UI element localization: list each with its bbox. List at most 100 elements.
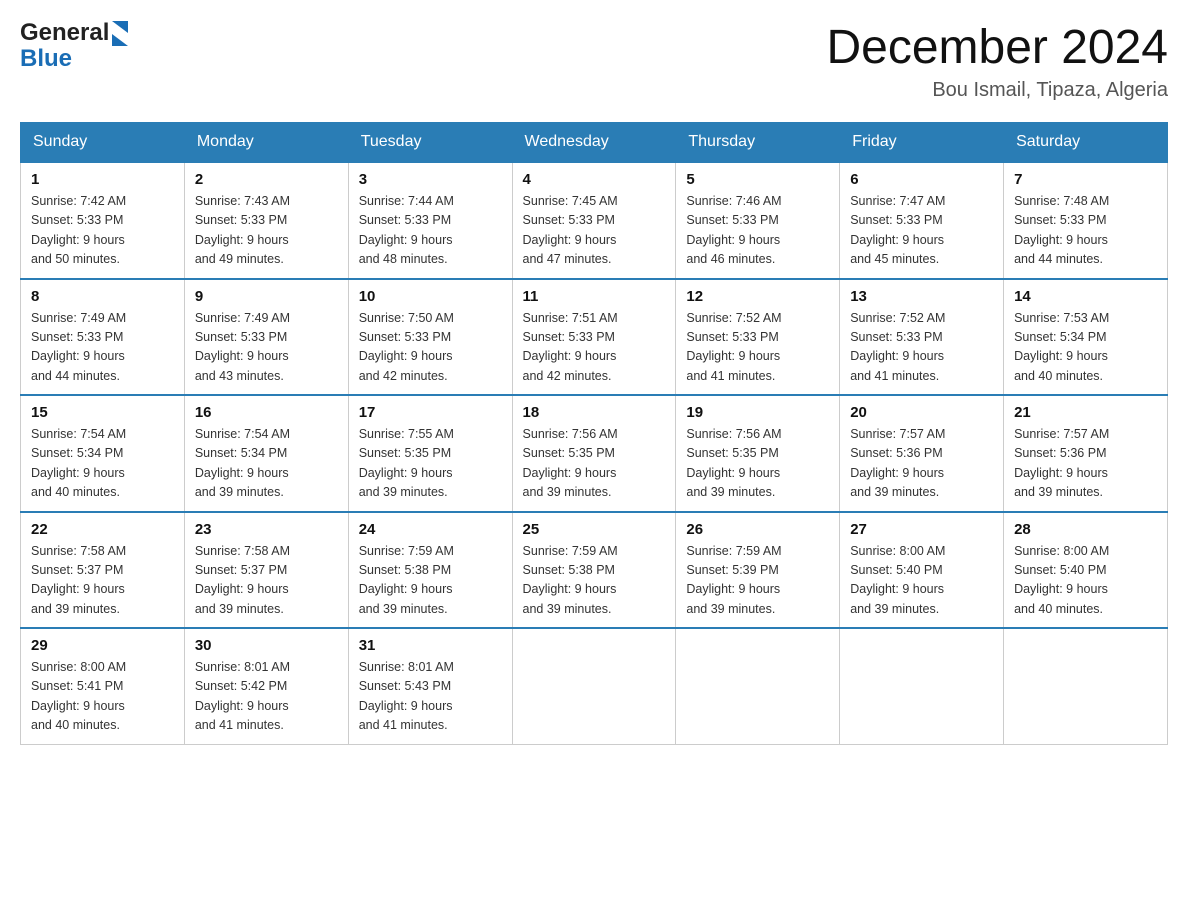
day-cell — [840, 628, 1004, 744]
day-number: 12 — [686, 288, 829, 305]
day-number: 11 — [523, 288, 666, 305]
day-cell: 30Sunrise: 8:01 AM Sunset: 5:42 PM Dayli… — [184, 628, 348, 744]
day-info: Sunrise: 7:47 AM Sunset: 5:33 PM Dayligh… — [850, 192, 993, 270]
day-info: Sunrise: 7:53 AM Sunset: 5:34 PM Dayligh… — [1014, 309, 1157, 387]
day-number: 27 — [850, 521, 993, 538]
day-info: Sunrise: 8:01 AM Sunset: 5:43 PM Dayligh… — [359, 658, 502, 736]
day-info: Sunrise: 7:56 AM Sunset: 5:35 PM Dayligh… — [686, 425, 829, 503]
day-cell — [1004, 628, 1168, 744]
day-header-saturday: Saturday — [1004, 123, 1168, 163]
day-cell: 14 Sunrise: 7:53 AM Sunset: 5:34 PM Dayli… — [1004, 279, 1168, 396]
day-info: Sunrise: 7:51 AM Sunset: 5:33 PM Dayligh… — [523, 309, 666, 387]
day-number: 3 — [359, 171, 502, 188]
day-cell: 20Sunrise: 7:57 AM Sunset: 5:36 PM Dayli… — [840, 395, 1004, 512]
day-cell: 6Sunrise: 7:47 AM Sunset: 5:33 PM Daylig… — [840, 162, 1004, 279]
day-cell: 24 Sunrise: 7:59 AM Sunset: 5:38 PM Dayli… — [348, 512, 512, 629]
day-number: 10 — [359, 288, 502, 305]
day-number: 22 — [31, 521, 174, 538]
week-row-4: 22Sunrise: 7:58 AM Sunset: 5:37 PM Dayli… — [21, 512, 1168, 629]
day-cell: 18 Sunrise: 7:56 AM Sunset: 5:35 PM Dayli… — [512, 395, 676, 512]
logo: General Blue — [20, 20, 128, 73]
day-cell: 8 Sunrise: 7:49 AM Sunset: 5:33 PM Daylig… — [21, 279, 185, 396]
day-number: 19 — [686, 404, 829, 421]
day-number: 29 — [31, 637, 174, 654]
day-number: 1 — [31, 171, 174, 188]
day-info: Sunrise: 7:56 AM Sunset: 5:35 PM Dayligh… — [523, 425, 666, 503]
day-info: Sunrise: 7:55 AM Sunset: 5:35 PM Dayligh… — [359, 425, 502, 503]
day-cell: 10 Sunrise: 7:50 AM Sunset: 5:33 PM Dayli… — [348, 279, 512, 396]
day-cell: 29 Sunrise: 8:00 AM Sunset: 5:41 PM Dayli… — [21, 628, 185, 744]
day-cell: 25 Sunrise: 7:59 AM Sunset: 5:38 PM Dayli… — [512, 512, 676, 629]
day-number: 26 — [686, 521, 829, 538]
day-info: Sunrise: 7:54 AM Sunset: 5:34 PM Dayligh… — [195, 425, 338, 503]
week-row-3: 15 Sunrise: 7:54 AM Sunset: 5:34 PM Dayli… — [21, 395, 1168, 512]
logo-image: General Blue — [20, 20, 128, 73]
day-cell: 27 Sunrise: 8:00 AM Sunset: 5:40 PM Dayli… — [840, 512, 1004, 629]
week-row-1: 1 Sunrise: 7:42 AM Sunset: 5:33 PM Daylig… — [21, 162, 1168, 279]
day-header-wednesday: Wednesday — [512, 123, 676, 163]
day-number: 24 — [359, 521, 502, 538]
day-header-friday: Friday — [840, 123, 1004, 163]
day-number: 17 — [359, 404, 502, 421]
day-number: 15 — [31, 404, 174, 421]
day-cell: 13 Sunrise: 7:52 AM Sunset: 5:33 PM Dayli… — [840, 279, 1004, 396]
day-number: 25 — [523, 521, 666, 538]
week-row-2: 8 Sunrise: 7:49 AM Sunset: 5:33 PM Daylig… — [21, 279, 1168, 396]
day-info: Sunrise: 7:49 AM Sunset: 5:33 PM Dayligh… — [31, 309, 174, 387]
logo-blue-text: Blue — [20, 45, 72, 72]
day-cell: 26Sunrise: 7:59 AM Sunset: 5:39 PM Dayli… — [676, 512, 840, 629]
week-row-5: 29 Sunrise: 8:00 AM Sunset: 5:41 PM Dayli… — [21, 628, 1168, 744]
day-number: 2 — [195, 171, 338, 188]
day-cell: 9Sunrise: 7:49 AM Sunset: 5:33 PM Daylig… — [184, 279, 348, 396]
day-info: Sunrise: 7:46 AM Sunset: 5:33 PM Dayligh… — [686, 192, 829, 270]
day-header-sunday: Sunday — [21, 123, 185, 163]
day-number: 9 — [195, 288, 338, 305]
day-cell: 21 Sunrise: 7:57 AM Sunset: 5:36 PM Dayli… — [1004, 395, 1168, 512]
day-number: 5 — [686, 171, 829, 188]
day-cell: 16 Sunrise: 7:54 AM Sunset: 5:34 PM Dayli… — [184, 395, 348, 512]
day-cell: 5 Sunrise: 7:46 AM Sunset: 5:33 PM Daylig… — [676, 162, 840, 279]
day-info: Sunrise: 7:48 AM Sunset: 5:33 PM Dayligh… — [1014, 192, 1157, 270]
day-cell: 23Sunrise: 7:58 AM Sunset: 5:37 PM Dayli… — [184, 512, 348, 629]
day-number: 7 — [1014, 171, 1157, 188]
day-number: 4 — [523, 171, 666, 188]
day-info: Sunrise: 7:44 AM Sunset: 5:33 PM Dayligh… — [359, 192, 502, 270]
day-number: 16 — [195, 404, 338, 421]
day-cell: 31 Sunrise: 8:01 AM Sunset: 5:43 PM Dayli… — [348, 628, 512, 744]
day-cell: 19 Sunrise: 7:56 AM Sunset: 5:35 PM Dayli… — [676, 395, 840, 512]
day-cell: 2 Sunrise: 7:43 AM Sunset: 5:33 PM Daylig… — [184, 162, 348, 279]
day-number: 13 — [850, 288, 993, 305]
day-info: Sunrise: 8:00 AM Sunset: 5:40 PM Dayligh… — [850, 542, 993, 620]
month-title: December 2024 — [826, 20, 1168, 75]
day-info: Sunrise: 7:43 AM Sunset: 5:33 PM Dayligh… — [195, 192, 338, 270]
page-header: General Blue December 2024 Bou Ismail, T… — [20, 20, 1168, 102]
title-block: December 2024 Bou Ismail, Tipaza, Algeri… — [826, 20, 1168, 102]
day-info: Sunrise: 8:00 AM Sunset: 5:40 PM Dayligh… — [1014, 542, 1157, 620]
day-number: 28 — [1014, 521, 1157, 538]
day-info: Sunrise: 7:50 AM Sunset: 5:33 PM Dayligh… — [359, 309, 502, 387]
day-cell: 12Sunrise: 7:52 AM Sunset: 5:33 PM Dayli… — [676, 279, 840, 396]
day-header-tuesday: Tuesday — [348, 123, 512, 163]
day-cell: 28 Sunrise: 8:00 AM Sunset: 5:40 PM Dayli… — [1004, 512, 1168, 629]
day-cell — [676, 628, 840, 744]
day-info: Sunrise: 7:42 AM Sunset: 5:33 PM Dayligh… — [31, 192, 174, 270]
day-number: 14 — [1014, 288, 1157, 305]
logo-general-text: General — [20, 20, 109, 46]
day-number: 31 — [359, 637, 502, 654]
day-info: Sunrise: 7:45 AM Sunset: 5:33 PM Dayligh… — [523, 192, 666, 270]
day-info: Sunrise: 7:54 AM Sunset: 5:34 PM Dayligh… — [31, 425, 174, 503]
day-info: Sunrise: 7:59 AM Sunset: 5:38 PM Dayligh… — [523, 542, 666, 620]
day-info: Sunrise: 8:00 AM Sunset: 5:41 PM Dayligh… — [31, 658, 174, 736]
day-header-monday: Monday — [184, 123, 348, 163]
day-headers-row: SundayMondayTuesdayWednesdayThursdayFrid… — [21, 123, 1168, 163]
day-info: Sunrise: 7:52 AM Sunset: 5:33 PM Dayligh… — [850, 309, 993, 387]
day-cell: 17 Sunrise: 7:55 AM Sunset: 5:35 PM Dayli… — [348, 395, 512, 512]
day-info: Sunrise: 7:59 AM Sunset: 5:38 PM Dayligh… — [359, 542, 502, 620]
day-cell: 15 Sunrise: 7:54 AM Sunset: 5:34 PM Dayli… — [21, 395, 185, 512]
day-info: Sunrise: 7:57 AM Sunset: 5:36 PM Dayligh… — [1014, 425, 1157, 503]
calendar-table: SundayMondayTuesdayWednesdayThursdayFrid… — [20, 122, 1168, 745]
day-number: 8 — [31, 288, 174, 305]
day-number: 18 — [523, 404, 666, 421]
day-cell: 22Sunrise: 7:58 AM Sunset: 5:37 PM Dayli… — [21, 512, 185, 629]
day-number: 21 — [1014, 404, 1157, 421]
